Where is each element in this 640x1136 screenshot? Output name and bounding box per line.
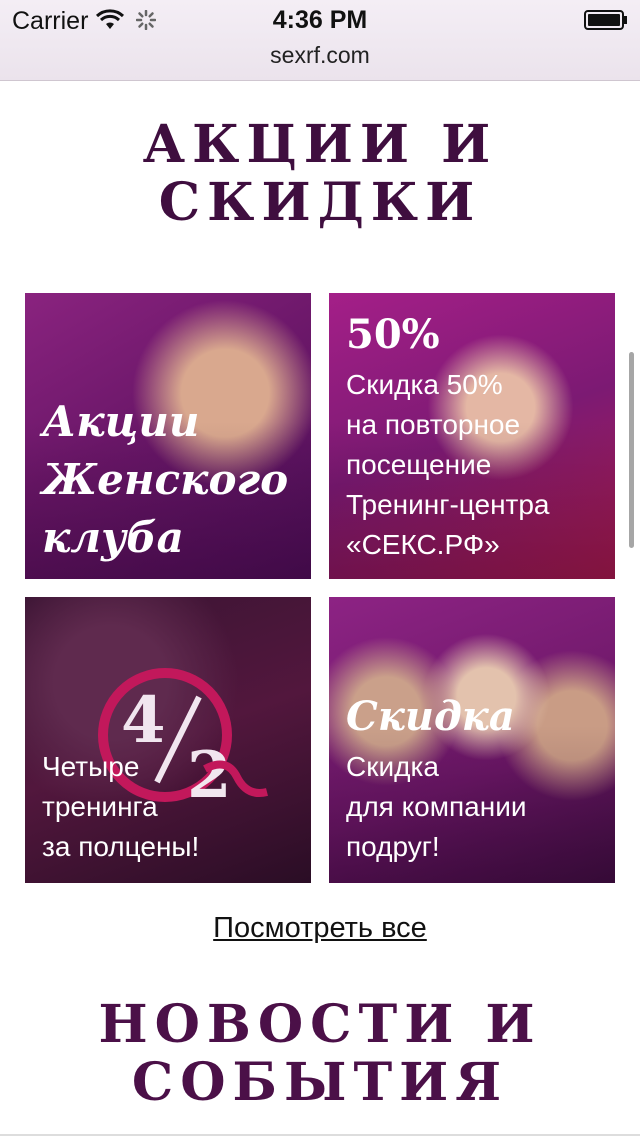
promos-heading: АКЦИИ И СКИДКИ (142, 114, 498, 233)
promo-tile-title: Акции Женского клуба (42, 397, 289, 562)
promo-tile-text: Скидка для компании подруг! (346, 751, 527, 862)
page-scrollbar[interactable] (629, 352, 634, 548)
promo-tile-friends-discount[interactable]: Скидка Скидка для компании подруг! (329, 597, 615, 883)
news-heading: НОВОСТИ И СОБЫТИЯ (98, 994, 542, 1113)
browser-bar: Carrier 4:36 PM sexrf.com (0, 0, 640, 81)
promo-tile-womens-club[interactable]: Акции Женского клуба (25, 293, 311, 579)
promo-tile-discount-50[interactable]: 50% Скидка 50% на повторное посещение Тр… (329, 293, 615, 579)
promo-tile-text: Четыре тренинга за полцены! (42, 751, 200, 862)
promo-tile-text: Скидка 50% на повторное посещение Тренин… (346, 369, 550, 560)
battery-icon (584, 10, 627, 30)
address-bar-url[interactable]: sexrf.com (0, 42, 640, 69)
promo-tile-heading: Скидка (346, 693, 515, 740)
view-all-link[interactable]: Посмотреть все (0, 912, 640, 945)
status-time: 4:36 PM (272, 6, 368, 34)
promo-tile-four-for-half[interactable]: 4 2 Четыре тренинга за полцены! (25, 597, 311, 883)
promo-tile-percent: 50% (346, 311, 440, 358)
